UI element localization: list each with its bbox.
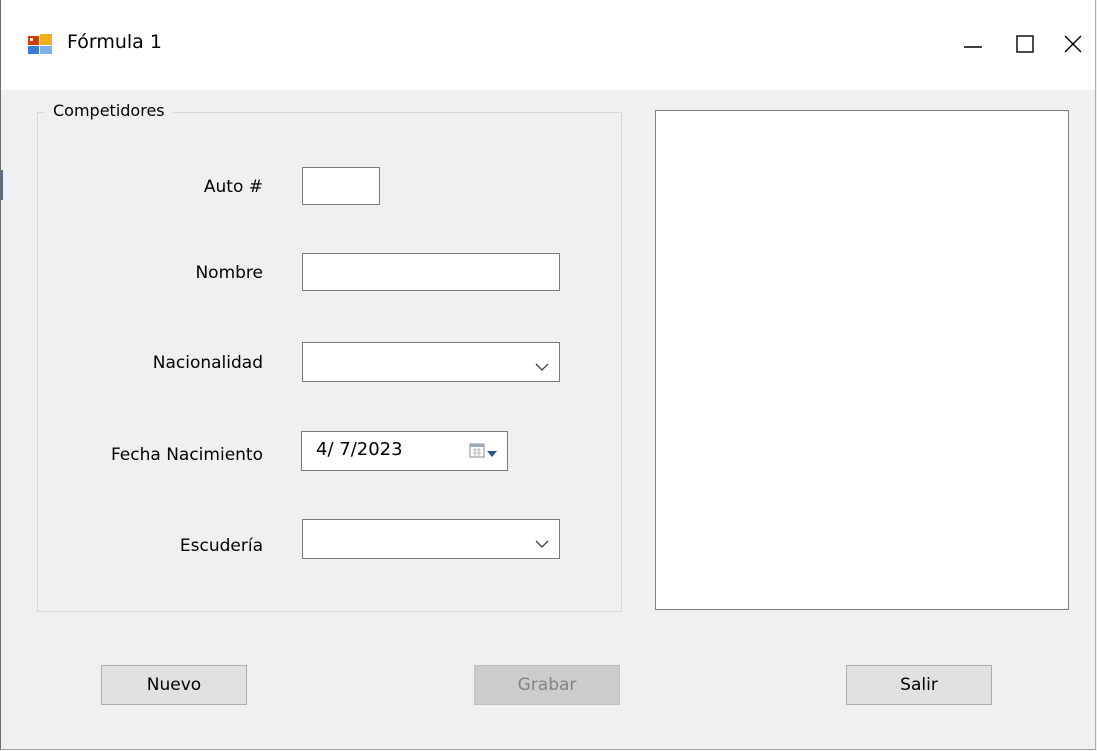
close-button[interactable] [1051,22,1095,66]
maximize-icon [1015,34,1035,54]
minimize-icon [963,34,983,54]
groupbox-title: Competidores [45,101,173,120]
title-bar[interactable]: Fórmula 1 [1,0,1095,90]
nombre-input[interactable] [302,253,560,291]
chevron-down-icon[interactable] [535,357,549,377]
escuderia-label: Escudería [179,536,263,556]
minimize-button[interactable] [951,22,995,66]
nacionalidad-combobox[interactable] [302,342,560,382]
salir-button[interactable]: Salir [846,665,992,705]
window-edge-accent [1,170,3,200]
auto-number-input[interactable] [302,167,380,205]
grabar-button[interactable]: Grabar [474,665,620,705]
fecha-nacimiento-value[interactable]: 4/ 7/2023 [316,439,403,460]
fecha-nacimiento-datepicker[interactable]: 4/ 7/2023 [301,431,508,471]
nacionalidad-label: Nacionalidad [152,353,263,373]
window-title: Fórmula 1 [67,31,162,53]
fecha-nacimiento-label: Fecha Nacimiento [110,445,263,465]
main-window: Fórmula 1 Competidores Auto # Nombre Nac… [0,0,1096,750]
calendar-icon [469,442,485,463]
maximize-button[interactable] [1003,22,1047,66]
dropdown-arrow-icon [487,443,497,463]
calendar-dropdown-button[interactable] [469,442,497,463]
competidores-listbox[interactable] [655,110,1069,610]
app-window-icon [27,33,53,55]
nuevo-button[interactable]: Nuevo [101,665,247,705]
auto-label: Auto # [203,177,263,197]
escuderia-combobox[interactable] [302,519,560,559]
nombre-label: Nombre [195,263,263,283]
close-icon [1063,34,1083,54]
chevron-down-icon[interactable] [535,534,549,554]
